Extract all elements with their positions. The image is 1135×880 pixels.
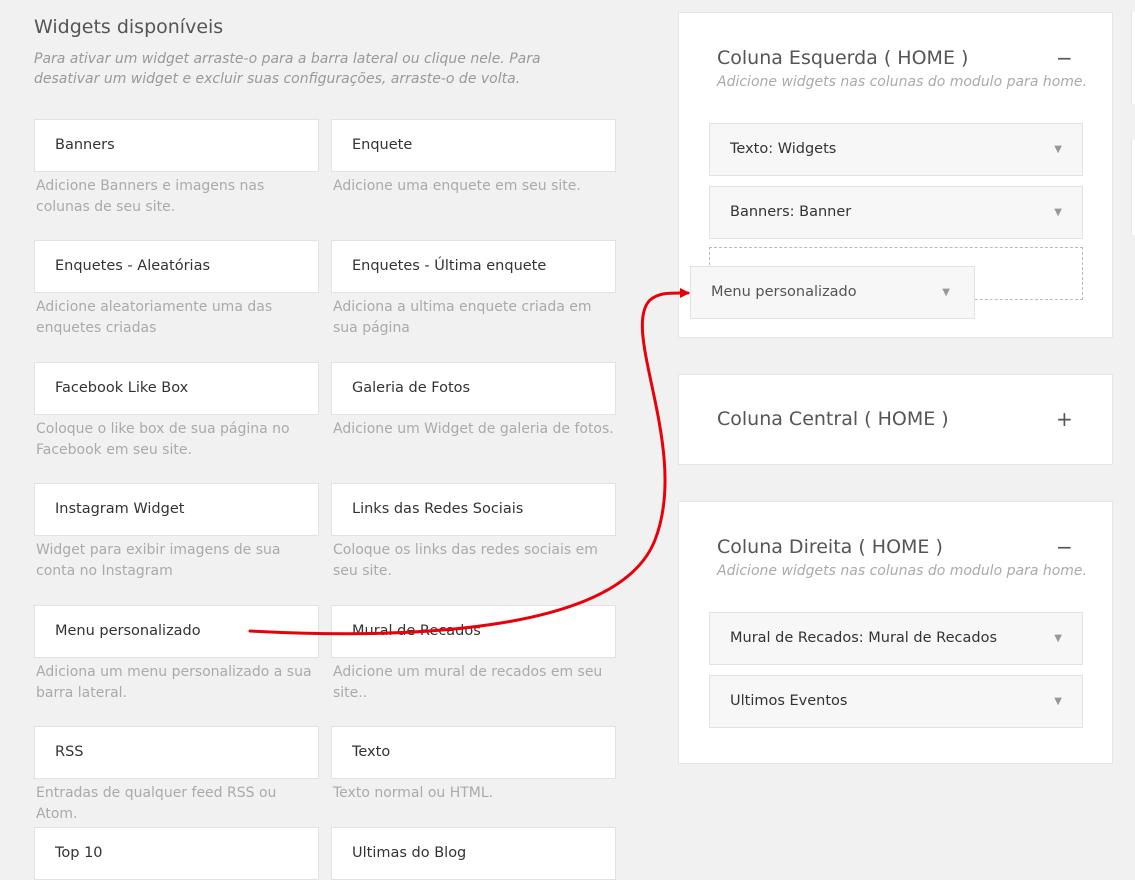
widget-description: Adicione um mural de recados em seu site… — [333, 664, 603, 701]
widget-description: Coloque os links das redes sociais em se… — [333, 542, 598, 579]
widget-enquetes-ultima[interactable]: Enquetes - Última enquete — [331, 240, 616, 293]
widget-description: Coloque o like box de sua página no Face… — [36, 421, 290, 458]
sidebar-coluna-direita: Coluna Direita ( HOME ) − Adicione widge… — [678, 501, 1113, 764]
sidebar-title: Coluna Direita ( HOME ) — [717, 536, 943, 558]
sidebar-description: Adicione widgets nas colunas do modulo p… — [717, 74, 1087, 90]
collapse-toggle[interactable]: − — [1056, 46, 1073, 70]
arrow-path — [248, 287, 690, 636]
widget-enquetes-aleatorias[interactable]: Enquetes - Aleatórias — [34, 240, 319, 293]
sidebar-widget-banners-banner[interactable]: Banners: Banner ▼ — [709, 186, 1083, 239]
widget-description: Adicione aleatoriamente uma das enquetes… — [36, 299, 273, 336]
sidebar-widget-label: Banners: Banner — [730, 204, 852, 220]
caret-down-icon[interactable]: ▼ — [1054, 187, 1062, 238]
caret-down-icon[interactable]: ▼ — [1054, 124, 1062, 175]
sidebar-widget-ultimos-eventos[interactable]: Ultimos Eventos ▼ — [709, 675, 1083, 728]
widget-rss[interactable]: RSS — [34, 726, 319, 779]
widget-galeria-de-fotos[interactable]: Galeria de Fotos — [331, 362, 616, 415]
expand-toggle[interactable]: + — [1056, 407, 1073, 431]
widget-instagram[interactable]: Instagram Widget — [34, 483, 319, 536]
available-widgets-title: Widgets disponíveis — [34, 16, 224, 38]
widget-facebook-like-box[interactable]: Facebook Like Box — [34, 362, 319, 415]
widget-description: Adiciona um menu personalizado a sua bar… — [36, 664, 312, 701]
sidebar-title: Coluna Esquerda ( HOME ) — [717, 47, 969, 69]
widget-description: Entradas de qualquer feed RSS ou Atom. — [36, 785, 277, 822]
caret-down-icon[interactable]: ▼ — [1054, 676, 1062, 727]
caret-down-icon[interactable]: ▼ — [1054, 613, 1062, 664]
widget-menu-personalizado[interactable]: Menu personalizado — [34, 605, 319, 658]
widget-banners[interactable]: Banners — [34, 119, 319, 172]
offscreen-panel-edge — [1131, 12, 1135, 104]
widget-description: Adiciona a ultima enquete criada em sua … — [333, 299, 592, 336]
widget-texto[interactable]: Texto — [331, 726, 616, 779]
dragging-widget-label: Menu personalizado — [711, 284, 857, 300]
widget-description: Adicione uma enquete em seu site. — [333, 178, 581, 194]
widget-enquete[interactable]: Enquete — [331, 119, 616, 172]
dragging-widget-menu-personalizado[interactable]: Menu personalizado ▼ — [690, 266, 975, 319]
available-widgets-description: Para ativar um widget arraste-o para a b… — [34, 51, 541, 87]
sidebar-widget-label: Texto: Widgets — [730, 141, 837, 157]
collapse-toggle[interactable]: − — [1056, 535, 1073, 559]
sidebar-widget-mural-de-recados[interactable]: Mural de Recados: Mural de Recados ▼ — [709, 612, 1083, 665]
sidebar-title: Coluna Central ( HOME ) — [717, 408, 949, 430]
widget-mural-de-recados[interactable]: Mural de Recados — [331, 605, 616, 658]
widget-links-redes-sociais[interactable]: Links das Redes Sociais — [331, 483, 616, 536]
caret-down-icon: ▼ — [942, 287, 950, 298]
widget-top-10[interactable]: Top 10 — [34, 827, 319, 880]
sidebar-widget-label: Mural de Recados: Mural de Recados — [730, 630, 997, 646]
sidebar-description: Adicione widgets nas colunas do modulo p… — [717, 563, 1087, 579]
widget-description: Widget para exibir imagens de sua conta … — [36, 542, 281, 579]
widget-description: Adicione Banners e imagens nas colunas d… — [36, 178, 265, 215]
offscreen-panel-edge — [1131, 140, 1135, 235]
sidebar-widget-label: Ultimos Eventos — [730, 693, 848, 709]
widget-ultimas-do-blog[interactable]: Ultimas do Blog — [331, 827, 616, 880]
widget-description: Texto normal ou HTML. — [333, 785, 494, 801]
sidebar-coluna-central: Coluna Central ( HOME ) + — [678, 374, 1113, 465]
widget-description: Adicione um Widget de galeria de fotos. — [333, 421, 614, 437]
sidebar-widget-texto-widgets[interactable]: Texto: Widgets ▼ — [709, 123, 1083, 176]
